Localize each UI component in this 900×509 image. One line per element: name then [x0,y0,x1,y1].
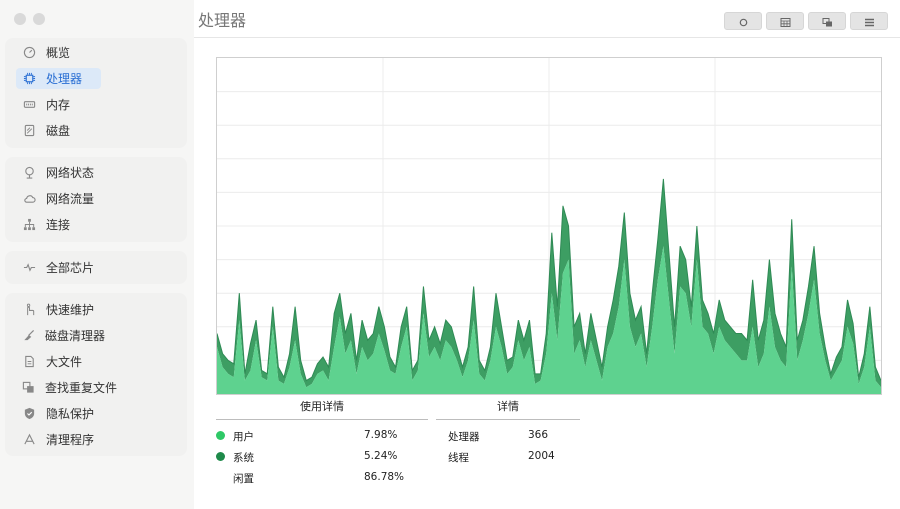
usage-value-system: 5.24% [364,450,398,462]
sidebar-item-quick-maintenance[interactable]: 快速维护 [16,299,101,320]
sidebar-item-overview[interactable]: 概览 [16,42,101,63]
sidebar-item-privacy[interactable]: 隐私保护 [16,403,101,424]
sidebar-item-all-chips[interactable]: 全部芯片 [16,257,101,278]
page-title: 处理器 [198,11,247,30]
usage-value-user: 7.98% [364,429,398,441]
sidebar-item-disk[interactable]: 磁盘 [16,120,101,141]
usage-label-idle: 闲置 [233,473,254,485]
sidebar-group-tools: 快速维护 磁盘清理器 大文件 查找重复文件 隐私保护 清理程序 [5,293,187,456]
sidebar-item-label: 网络流量 [46,192,95,206]
cpu-icon [22,72,36,86]
sidebar-item-label: 网络状态 [46,166,95,180]
toolbar [724,12,888,30]
list-icon [864,12,875,31]
sidebar-item-disk-cleaner[interactable]: 磁盘清理器 [16,325,105,346]
usage-label-system: 系统 [233,452,254,464]
sidebar-item-label: 连接 [46,218,71,232]
memory-icon [22,98,36,112]
gauge-icon [22,46,36,60]
sidebar-group-monitor: 概览 处理器 内存 磁盘 [5,38,187,148]
sidebar-item-label: 大文件 [46,355,83,369]
sidebar-item-label: 内存 [46,98,71,112]
details-value-threads: 2004 [528,450,555,462]
cpu-usage-chart [216,57,882,395]
connections-icon [22,218,36,232]
usage-table-divider [216,419,428,420]
close-window-button[interactable] [14,13,26,25]
record-icon [738,12,749,31]
sidebar-item-duplicates[interactable]: 查找重复文件 [16,377,117,398]
header-divider [194,37,900,38]
hand-icon [22,303,36,317]
sidebar-item-cpu[interactable]: 处理器 [16,68,101,89]
sidebar-item-label: 查找重复文件 [45,381,118,395]
cpu-usage-chart-svg [217,58,881,394]
sidebar-item-uninstaller[interactable]: 清理程序 [16,429,101,450]
sidebar-item-label: 磁盘清理器 [45,329,106,343]
duplicate-icon [22,381,35,395]
broom-icon [22,329,35,343]
details-table-divider [436,419,580,420]
sidebar-item-label: 快速维护 [46,303,95,317]
windows-icon [822,12,833,31]
sidebar-item-network-status[interactable]: 网络状态 [16,162,101,183]
details-table-title: 详情 [497,400,519,413]
shield-icon [22,407,36,421]
sidebar-item-label: 磁盘 [46,124,71,138]
system-legend-dot [216,452,225,461]
usage-label-user: 用户 [233,431,254,443]
sidebar-item-label: 清理程序 [46,433,95,447]
network-status-icon [22,166,36,180]
disk-icon [22,124,36,138]
minimize-window-button[interactable] [33,13,45,25]
main-panel: 处理器 使用详情 用户 7.98% 系统 5.24% 闲置 86.78% 详情 … [194,0,900,509]
sidebar: 概览 处理器 内存 磁盘 网络状态 网络流量 连接 全部芯片 快速维护 磁盘清理… [0,0,194,509]
window-controls [14,13,45,25]
sidebar-item-connections[interactable]: 连接 [16,214,101,235]
pulse-icon [22,261,36,275]
details-label-processors: 处理器 [448,431,480,443]
record-button[interactable] [724,12,762,30]
user-legend-dot [216,431,225,440]
sidebar-item-memory[interactable]: 内存 [16,94,101,115]
details-value-processors: 366 [528,429,549,441]
sidebar-group-network: 网络状态 网络流量 连接 [5,157,187,242]
sidebar-item-label: 概览 [46,46,71,60]
list-button[interactable] [850,12,888,30]
sidebar-item-label: 全部芯片 [46,261,95,275]
calendar-icon [780,12,791,31]
calendar-button[interactable] [766,12,804,30]
cloud-icon [22,192,36,206]
file-icon [22,355,36,369]
usage-value-idle: 86.78% [364,471,405,483]
sidebar-item-label: 隐私保护 [46,407,95,421]
uninstall-icon [22,433,36,447]
usage-table-title: 使用详情 [300,400,344,413]
sidebar-item-label: 处理器 [46,72,83,86]
sidebar-group-chips: 全部芯片 [5,251,187,284]
sidebar-item-large-files[interactable]: 大文件 [16,351,101,372]
details-label-threads: 线程 [448,452,469,464]
windows-button[interactable] [808,12,846,30]
sidebar-item-network-traffic[interactable]: 网络流量 [16,188,101,209]
